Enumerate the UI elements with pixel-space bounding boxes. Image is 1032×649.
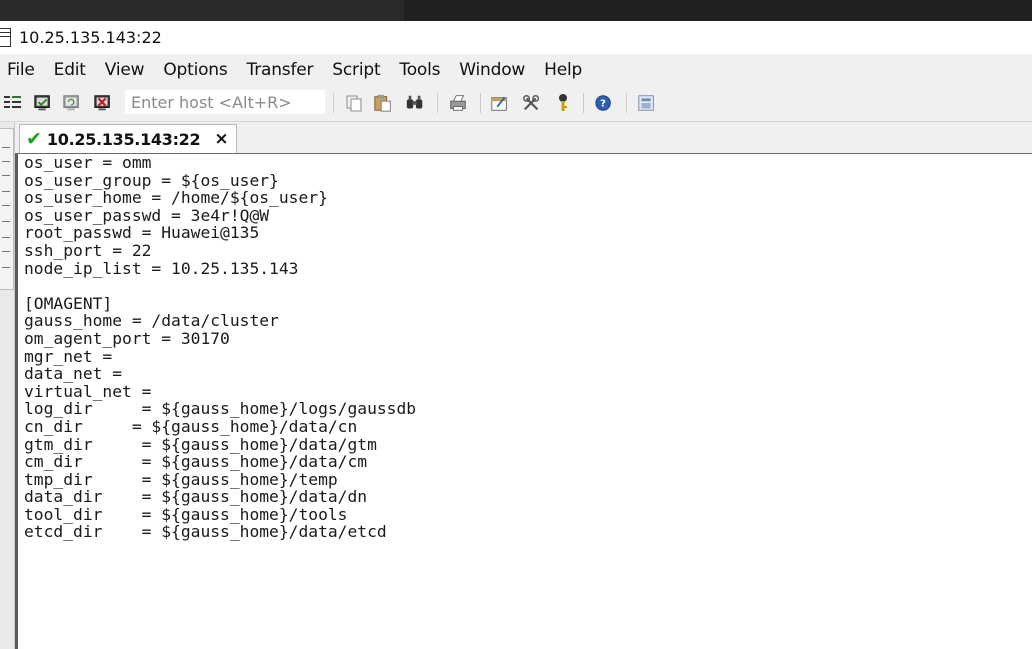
menu-window[interactable]: Window — [451, 60, 536, 80]
terminal-line: virtual_net = — [24, 381, 152, 401]
terminal-line: data_net = — [24, 364, 123, 384]
connect-bar-icon[interactable] — [3, 93, 23, 113]
menu-file[interactable]: File — [0, 60, 46, 80]
app-icon — [0, 28, 11, 47]
terminal-line: root_passwd = Huawei@135 — [24, 223, 260, 243]
terminal-line: os_user_home = /home/${os_user} — [24, 188, 328, 208]
terminal-line: data_dir = ${gauss_home}/data/dn — [24, 487, 368, 507]
close-icon[interactable]: × — [214, 129, 228, 149]
toolbar-separator — [626, 93, 627, 113]
top-strip-left — [0, 0, 404, 21]
menu-view[interactable]: View — [97, 60, 156, 80]
terminal-line: mgr_net = — [24, 346, 113, 366]
terminal-line: cn_dir = ${gauss_home}/data/cn — [24, 416, 358, 436]
sftp-icon[interactable] — [637, 93, 657, 113]
print-icon[interactable] — [448, 93, 468, 113]
terminal-line: cm_dir = ${gauss_home}/data/cm — [24, 452, 368, 472]
menu-script[interactable]: Script — [324, 60, 391, 80]
session-tab[interactable]: ✔ 10.25.135.143:22 × — [19, 124, 237, 153]
toolbar-separator — [583, 93, 584, 113]
terminal-line: os_user = omm — [24, 153, 152, 172]
top-strip — [0, 0, 1032, 21]
terminal-line: gtm_dir = ${gauss_home}/data/gtm — [24, 434, 377, 454]
menu-edit[interactable]: Edit — [46, 60, 97, 80]
help-icon[interactable]: ? — [594, 93, 614, 113]
copy-icon[interactable] — [344, 93, 364, 113]
host-input[interactable] — [125, 90, 325, 114]
reconnect-icon[interactable] — [62, 93, 82, 113]
terminal-line: [OMAGENT] — [24, 293, 113, 313]
disconnect-icon[interactable] — [93, 93, 113, 113]
menu-transfer[interactable]: Transfer — [239, 60, 325, 80]
terminal-line: tmp_dir = ${gauss_home}/temp — [24, 469, 338, 489]
terminal-line: os_user_passwd = 3e4r!Q@W — [24, 205, 270, 225]
toolbar-separator — [333, 93, 334, 113]
terminal-output: os_user = omm os_user_group = ${os_user} o… — [24, 154, 416, 541]
title-bar: 10.25.135.143:22 — [0, 21, 1032, 54]
toolbar: ? — [0, 85, 1032, 122]
menu-bar: File Edit View Options Transfer Script T… — [0, 54, 1032, 85]
toolbar-separator — [480, 93, 481, 113]
menu-options[interactable]: Options — [155, 60, 238, 80]
paste-icon[interactable] — [373, 93, 393, 113]
window-title: 10.25.135.143:22 — [19, 28, 162, 47]
terminal-line: os_user_group = ${os_user} — [24, 170, 279, 190]
menu-tools[interactable]: Tools — [391, 60, 451, 80]
terminal-line: gauss_home = /data/cluster — [24, 311, 279, 331]
session-tab-label: 10.25.135.143:22 — [46, 129, 201, 149]
svg-text:?: ? — [600, 99, 606, 110]
toolbar-separator — [437, 93, 438, 113]
keymap-icon[interactable] — [553, 93, 573, 113]
menu-help[interactable]: Help — [536, 60, 593, 80]
session-options-icon[interactable] — [490, 93, 510, 113]
terminal-pane[interactable]: os_user = omm os_user_group = ${os_user} o… — [15, 154, 1032, 649]
terminal-line: log_dir = ${gauss_home}/logs/gaussdb — [24, 399, 417, 419]
terminal-line: etcd_dir = ${gauss_home}/data/etcd — [24, 522, 387, 542]
find-icon[interactable] — [405, 93, 425, 113]
terminal-line: om_agent_port = 30170 — [24, 328, 230, 348]
terminal-line: tool_dir = ${gauss_home}/tools — [24, 504, 348, 524]
session-tab-strip: ✔ 10.25.135.143:22 × — [15, 122, 1032, 155]
connect-icon[interactable] — [33, 93, 53, 113]
terminal-line: ssh_port = 22 — [24, 240, 152, 260]
session-manager-tab[interactable] — [0, 128, 14, 290]
global-options-icon[interactable] — [522, 93, 542, 113]
connected-check-icon: ✔ — [26, 127, 42, 150]
terminal-line: node_ip_list = 10.25.135.143 — [24, 258, 299, 278]
session-manager-panel — [0, 122, 15, 649]
